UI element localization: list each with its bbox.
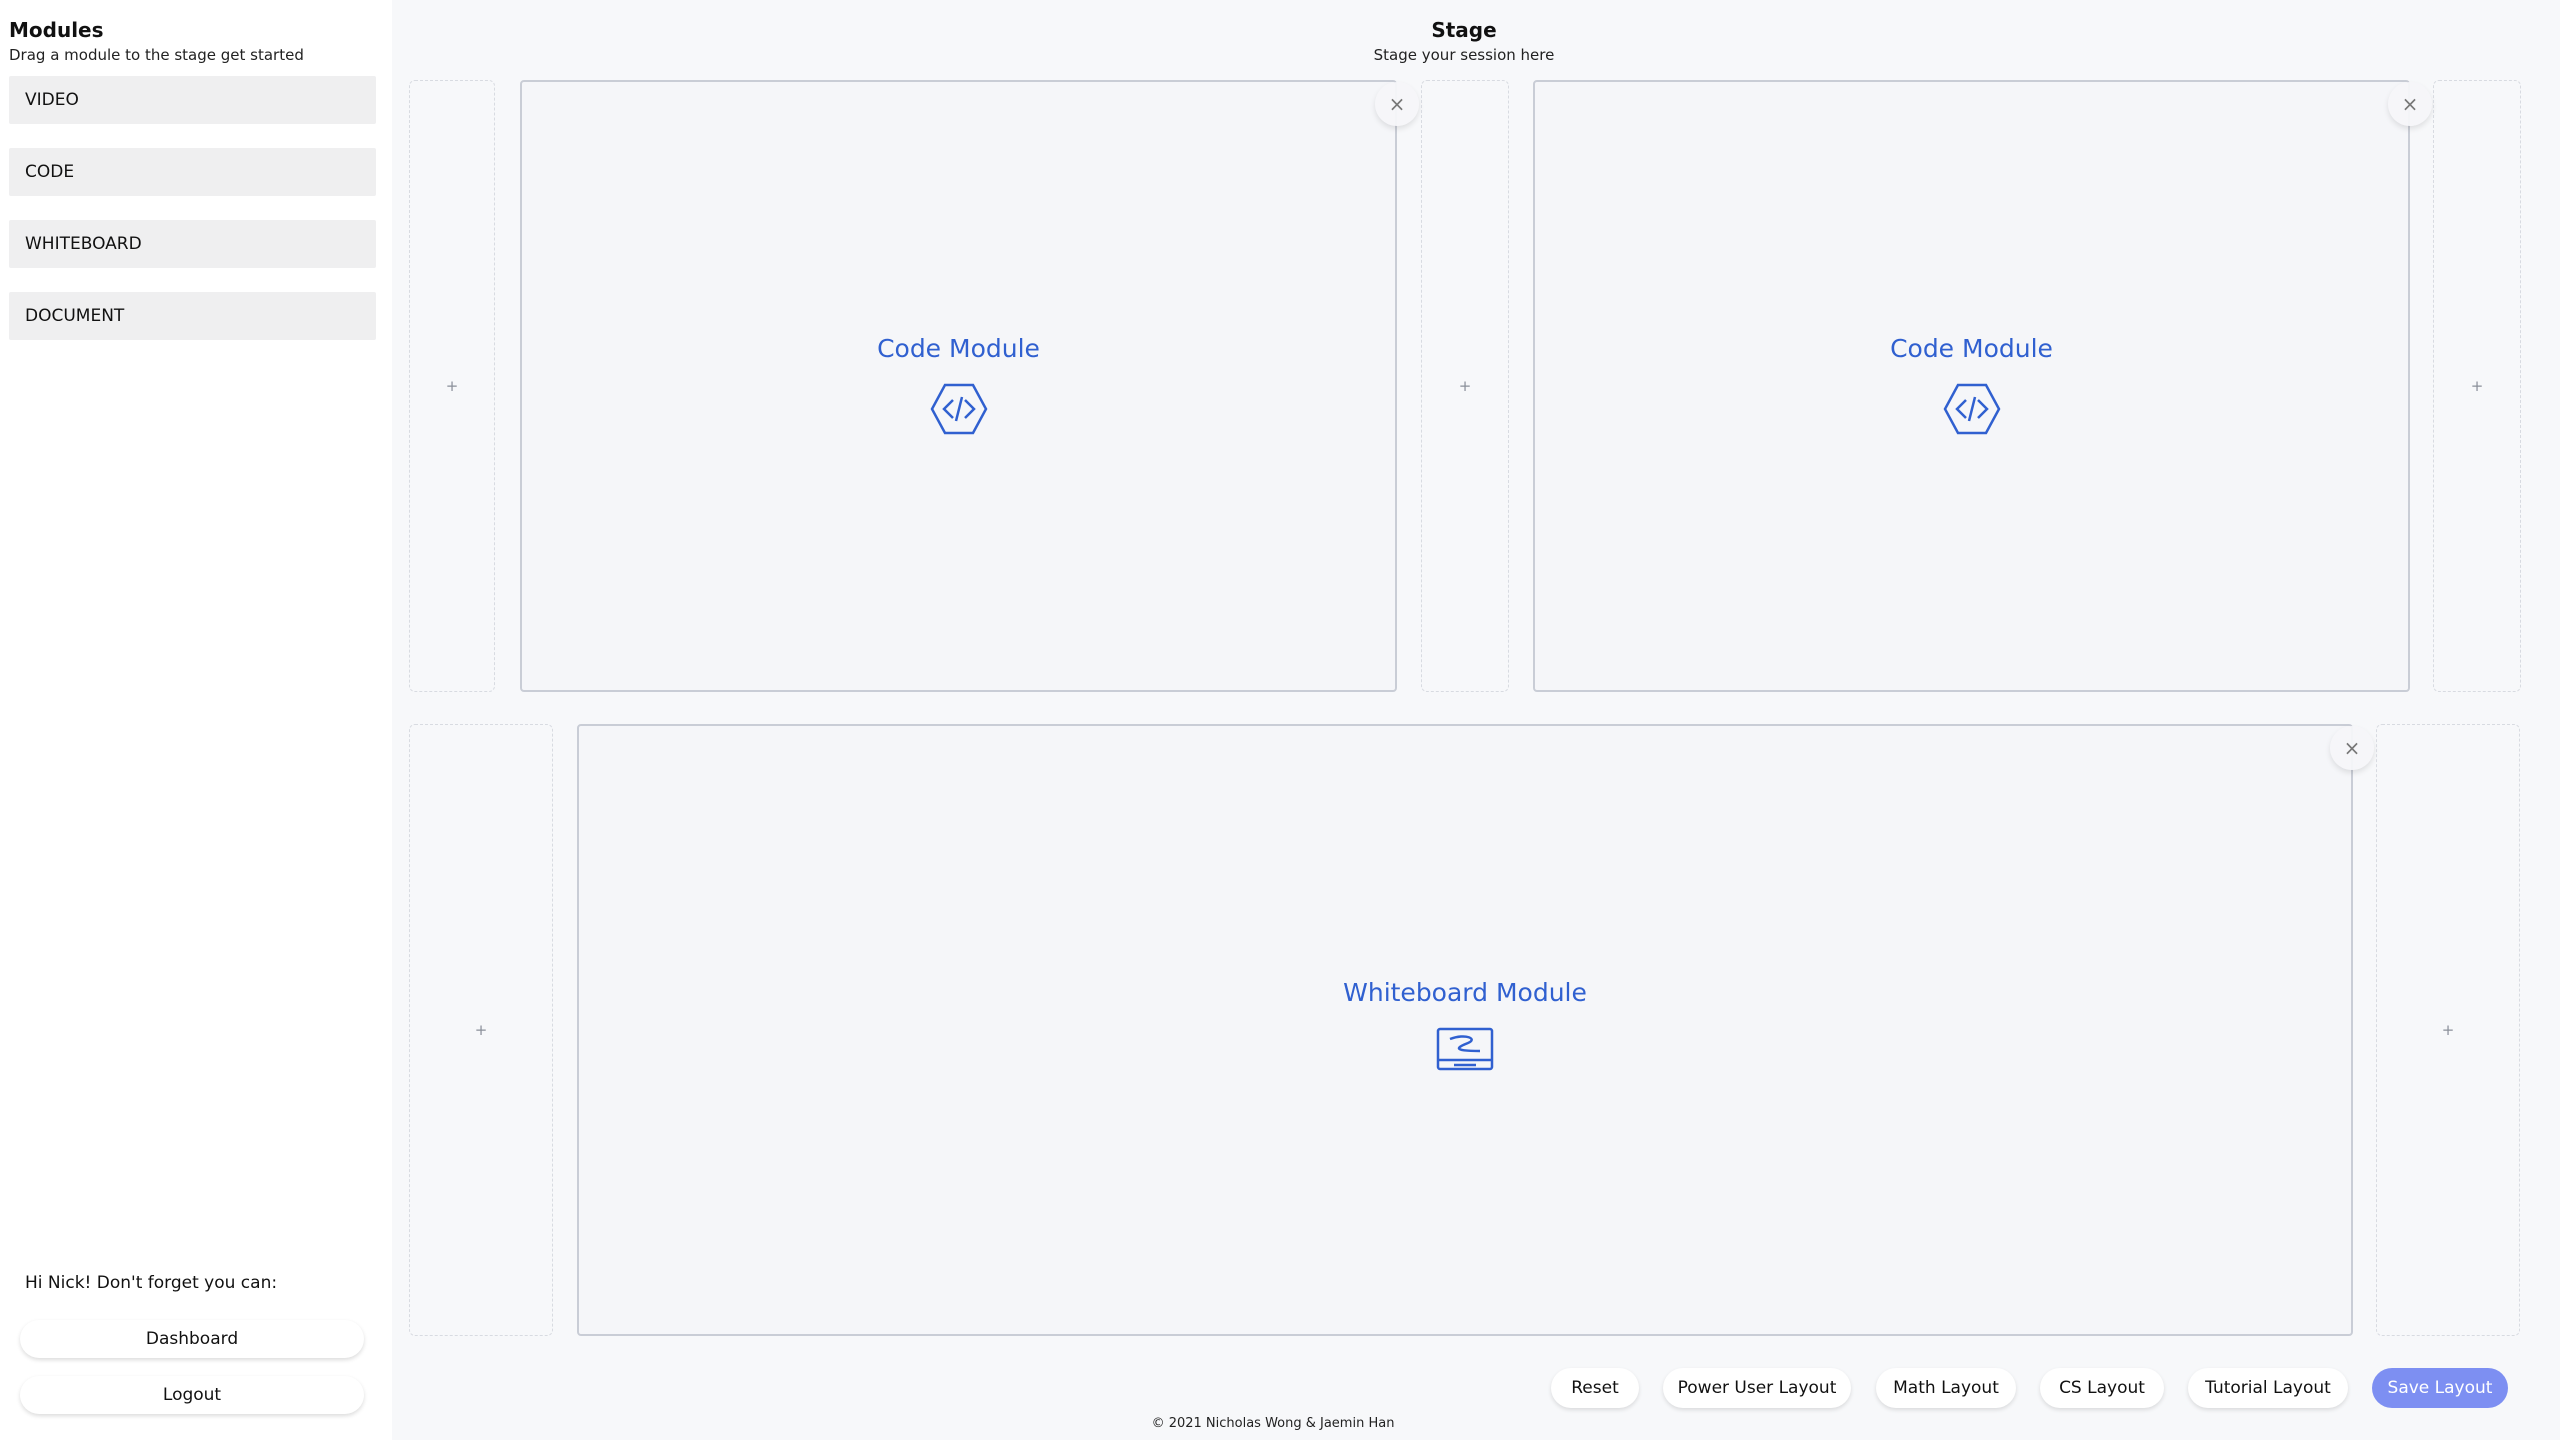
close-icon[interactable]: × xyxy=(2330,726,2374,770)
code-icon xyxy=(1943,383,2001,439)
whiteboard-icon xyxy=(1436,1027,1494,1077)
cs-layout-button[interactable]: CS Layout xyxy=(2040,1368,2164,1408)
add-icon: + xyxy=(2470,377,2484,395)
module-item-whiteboard[interactable]: WHITEBOARD xyxy=(9,220,376,268)
modules-title: Modules xyxy=(9,18,104,42)
module-item-code[interactable]: CODE xyxy=(9,148,376,196)
add-icon: + xyxy=(474,1021,488,1039)
greeting-text: Hi Nick! Don't forget you can: xyxy=(25,1273,278,1293)
module-card-label: Code Module xyxy=(877,334,1040,363)
module-item-document[interactable]: DOCUMENT xyxy=(9,292,376,340)
add-icon: + xyxy=(2441,1021,2455,1039)
reset-button[interactable]: Reset xyxy=(1551,1368,1639,1408)
code-module-card-2[interactable]: Code Module xyxy=(1533,80,2410,692)
modules-sidebar: Modules Drag a module to the stage get s… xyxy=(0,0,392,1440)
whiteboard-module-card[interactable]: Whiteboard Module xyxy=(577,724,2353,1336)
code-module-card-1[interactable]: Code Module xyxy=(520,80,1397,692)
close-icon[interactable]: × xyxy=(2388,82,2432,126)
close-icon[interactable]: × xyxy=(1375,82,1419,126)
module-card-label: Whiteboard Module xyxy=(1343,978,1587,1007)
math-layout-button[interactable]: Math Layout xyxy=(1876,1368,2016,1408)
stage-subtitle: Stage your session here xyxy=(1373,46,1555,64)
add-icon: + xyxy=(445,377,459,395)
dropzone-row2-right[interactable]: + xyxy=(2376,724,2520,1336)
module-item-video[interactable]: VIDEO xyxy=(9,76,376,124)
dropzone-row1-left[interactable]: + xyxy=(409,80,495,692)
dashboard-button[interactable]: Dashboard xyxy=(20,1320,364,1358)
dropzone-row1-middle[interactable]: + xyxy=(1421,80,1509,692)
dropzone-row2-left[interactable]: + xyxy=(409,724,553,1336)
add-icon: + xyxy=(1458,377,1472,395)
stage-title: Stage xyxy=(1431,18,1497,42)
dropzone-row1-right[interactable]: + xyxy=(2433,80,2521,692)
copyright-footer: © 2021 Nicholas Wong & Jaemin Han xyxy=(1151,1416,1395,1431)
power-user-layout-button[interactable]: Power User Layout xyxy=(1663,1368,1851,1408)
code-icon xyxy=(930,383,988,439)
tutorial-layout-button[interactable]: Tutorial Layout xyxy=(2188,1368,2348,1408)
modules-subtitle: Drag a module to the stage get started xyxy=(9,46,304,64)
module-card-label: Code Module xyxy=(1890,334,2053,363)
save-layout-button[interactable]: Save Layout xyxy=(2372,1368,2508,1408)
logout-button[interactable]: Logout xyxy=(20,1376,364,1414)
